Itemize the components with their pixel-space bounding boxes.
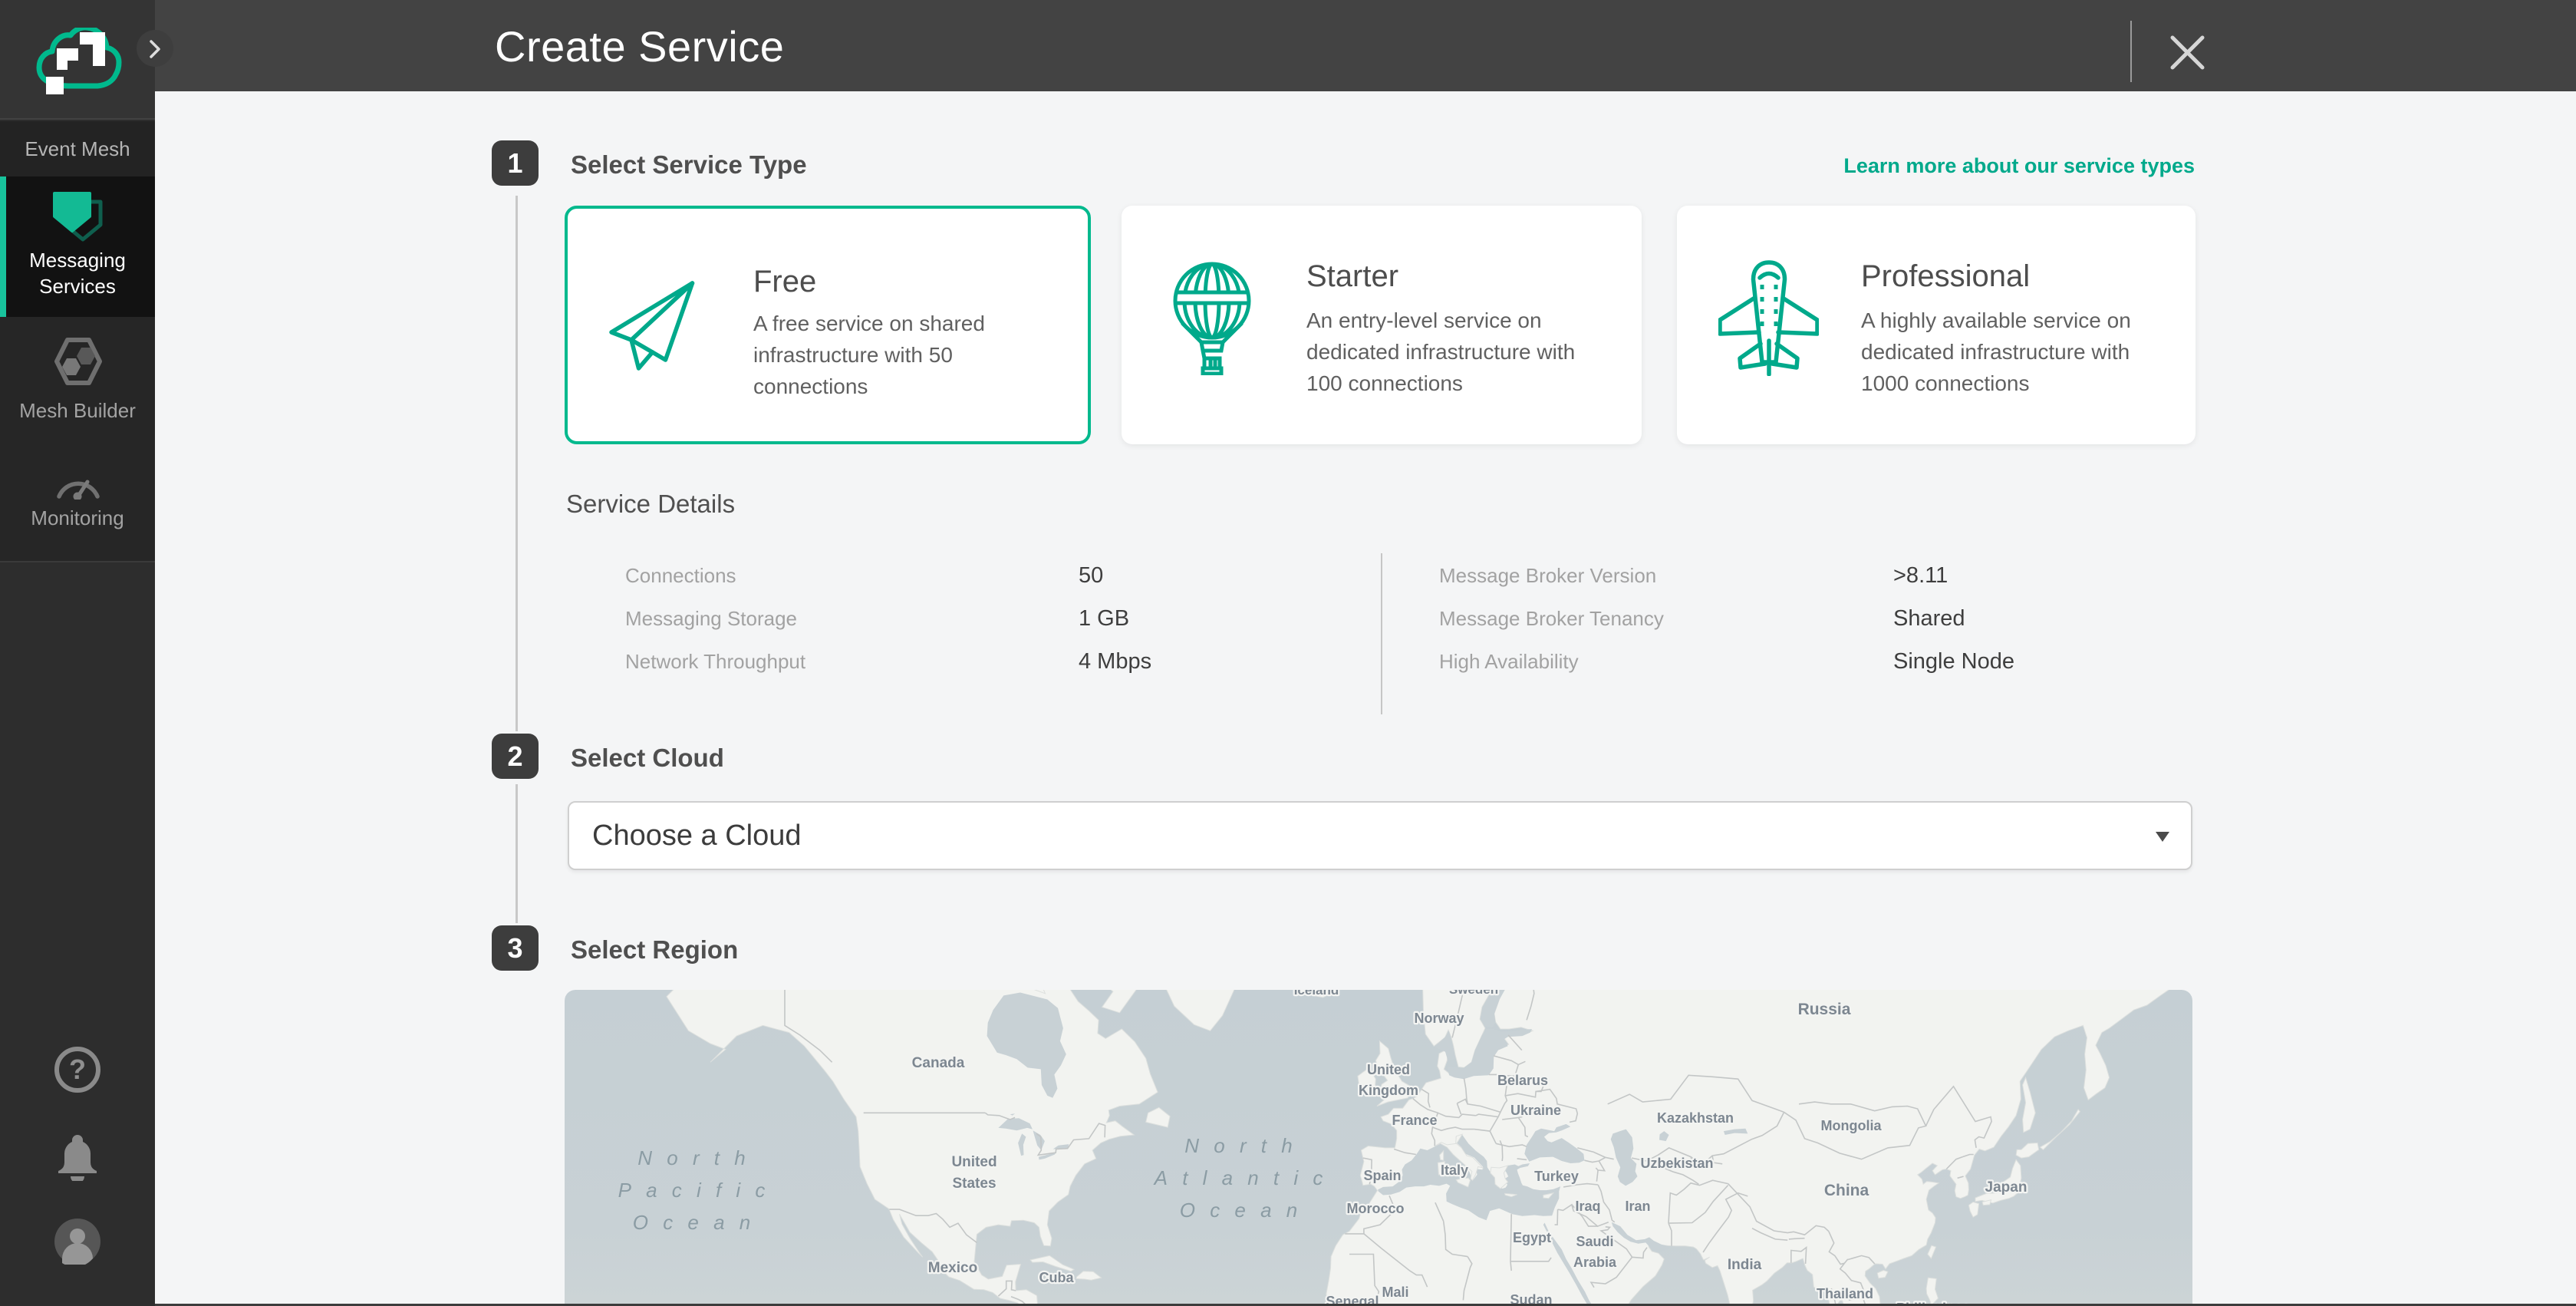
svg-text:Saudi: Saudi — [1576, 1234, 1613, 1249]
svg-text:Belarus: Belarus — [1497, 1073, 1548, 1088]
svg-text:A t l a n t i c: A t l a n t i c — [1153, 1166, 1329, 1189]
svg-text:Kingdom: Kingdom — [1359, 1083, 1418, 1098]
svg-text:N o r t h: N o r t h — [637, 1146, 750, 1169]
svg-text:Iran: Iran — [1625, 1199, 1650, 1214]
svg-text:India: India — [1728, 1257, 1762, 1273]
svg-text:Turkey: Turkey — [1534, 1169, 1579, 1184]
svg-text:United: United — [951, 1154, 996, 1170]
svg-text:Ukraine: Ukraine — [1510, 1103, 1561, 1118]
svg-text:Thailand: Thailand — [1817, 1286, 1873, 1301]
svg-text:Cuba: Cuba — [1039, 1270, 1075, 1285]
svg-text:Norway: Norway — [1414, 1011, 1464, 1026]
svg-text:Kazakhstan: Kazakhstan — [1657, 1110, 1734, 1126]
svg-text:Mexico: Mexico — [928, 1260, 977, 1276]
svg-text:Russia: Russia — [1798, 1001, 1851, 1018]
svg-text:Sweden: Sweden — [1449, 990, 1498, 997]
svg-text:Uzbekistan: Uzbekistan — [1640, 1156, 1713, 1171]
svg-text:States: States — [952, 1176, 996, 1192]
svg-text:N o r t h: N o r t h — [1184, 1134, 1297, 1157]
svg-text:Arabia: Arabia — [1573, 1255, 1617, 1270]
svg-text:O c e a n: O c e a n — [1180, 1199, 1303, 1222]
svg-text:Iraq: Iraq — [1575, 1199, 1600, 1214]
svg-text:?: ? — [69, 1054, 86, 1085]
svg-text:Morocco: Morocco — [1346, 1201, 1404, 1216]
svg-text:Canada: Canada — [912, 1055, 965, 1071]
svg-text:Japan: Japan — [1985, 1179, 2028, 1196]
svg-text:Spain: Spain — [1363, 1168, 1401, 1183]
svg-text:United: United — [1367, 1062, 1410, 1077]
svg-text:China: China — [1824, 1182, 1869, 1199]
svg-text:Mali: Mali — [1382, 1285, 1408, 1300]
svg-text:Egypt: Egypt — [1513, 1230, 1551, 1245]
svg-text:Iceland: Iceland — [1294, 990, 1339, 998]
svg-text:France: France — [1392, 1113, 1437, 1128]
svg-text:Mongolia: Mongolia — [1821, 1118, 1883, 1133]
svg-text:P a c i f i c: P a c i f i c — [618, 1179, 771, 1202]
svg-text:Italy: Italy — [1441, 1163, 1468, 1178]
svg-text:O c e a n: O c e a n — [633, 1211, 756, 1234]
